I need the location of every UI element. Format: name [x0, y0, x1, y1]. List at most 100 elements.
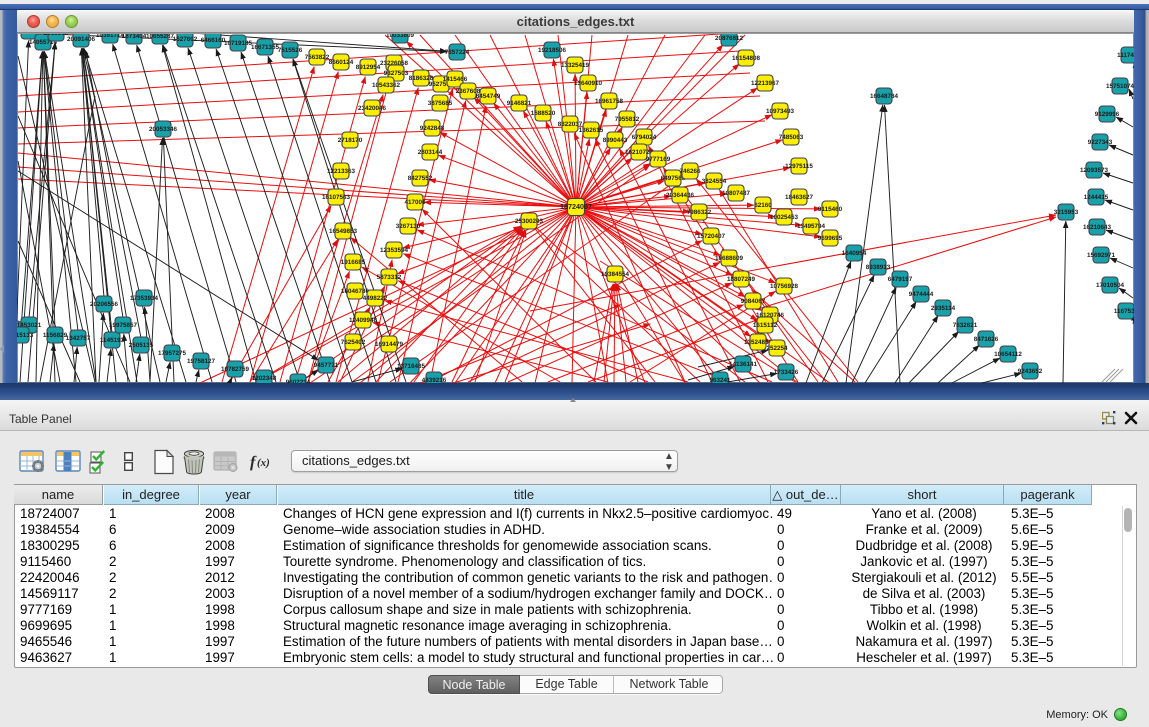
svg-text:8990443: 8990443 [603, 137, 628, 144]
svg-text:15692971: 15692971 [1087, 252, 1116, 259]
svg-text:1342757: 1342757 [66, 335, 91, 342]
svg-text:16046786: 16046786 [341, 288, 370, 295]
svg-text:2935114: 2935114 [931, 305, 956, 312]
svg-text:1588520: 1588520 [531, 110, 556, 117]
svg-text:18724007: 18724007 [560, 202, 592, 211]
svg-text:18463627: 18463627 [785, 194, 814, 201]
svg-text:25300203: 25300203 [515, 218, 544, 225]
svg-text:9146821: 9146821 [507, 100, 532, 107]
svg-text:10033809: 10033809 [386, 34, 415, 39]
svg-text:18807249: 18807249 [727, 276, 756, 283]
svg-text:19384554: 19384554 [601, 271, 630, 278]
svg-text:1362615: 1362615 [579, 127, 604, 134]
svg-text:12213967: 12213967 [751, 80, 780, 87]
svg-text:1615112: 1615112 [753, 322, 778, 329]
svg-text:20876812: 20876812 [715, 35, 744, 42]
svg-text:9699695: 9699695 [818, 235, 843, 242]
svg-text:3267130: 3267130 [396, 223, 421, 230]
svg-text:417006: 417006 [404, 199, 426, 206]
svg-text:16914479: 16914479 [375, 341, 404, 348]
svg-text:1117404: 1117404 [1117, 52, 1134, 59]
svg-text:16961758: 16961758 [595, 98, 624, 105]
svg-text:13640910: 13640910 [574, 80, 603, 87]
svg-text:10025453: 10025453 [770, 214, 799, 221]
svg-text:1527602: 1527602 [173, 36, 198, 43]
svg-text:3215953: 3215953 [1054, 209, 1079, 216]
svg-text:8454749: 8454749 [476, 93, 501, 100]
svg-text:62160: 62160 [754, 202, 772, 209]
svg-text:10543362: 10543362 [372, 82, 401, 89]
svg-text:1244415: 1244415 [1084, 194, 1109, 201]
svg-text:12213363: 12213363 [327, 168, 356, 175]
svg-text:8471626: 8471626 [974, 336, 999, 343]
svg-text:17353934: 17353934 [130, 295, 159, 302]
svg-text:9457771: 9457771 [314, 362, 339, 369]
svg-text:9474444: 9474444 [909, 291, 934, 298]
svg-text:20053346: 20053346 [149, 126, 178, 133]
svg-text:9084067: 9084067 [741, 298, 766, 305]
svg-text:10655287: 10655287 [146, 34, 175, 40]
svg-text:9243652: 9243652 [1018, 368, 1043, 375]
svg-text:12975115: 12975115 [785, 163, 813, 170]
svg-text:2215133: 2215133 [17, 332, 34, 339]
svg-text:10719185: 10719185 [224, 40, 253, 47]
svg-text:12409948: 12409948 [349, 317, 378, 324]
svg-text:7986322: 7986322 [687, 209, 712, 216]
svg-text:17957275: 17957275 [158, 350, 187, 357]
svg-text:20364436: 20364436 [666, 192, 695, 199]
svg-text:3875685: 3875685 [428, 100, 453, 107]
svg-text:13716485: 13716485 [397, 363, 426, 370]
svg-text:8660124: 8660124 [329, 59, 354, 66]
svg-text:14136141: 14136141 [729, 361, 758, 368]
svg-text:16107563: 16107563 [322, 194, 351, 201]
svg-text:16210643: 16210643 [1083, 224, 1112, 231]
svg-text:13325419: 13325419 [561, 62, 590, 69]
svg-text:7632621: 7632621 [953, 322, 978, 329]
svg-text:16549853: 16549853 [329, 228, 358, 235]
svg-text:1640954: 1640954 [842, 250, 867, 257]
svg-text:1167533: 1167533 [1114, 308, 1134, 315]
svg-text:7625402: 7625402 [341, 339, 366, 346]
svg-text:19218506: 19218506 [538, 47, 567, 54]
svg-text:746266: 746266 [679, 168, 701, 175]
svg-text:1156829: 1156829 [43, 332, 68, 339]
svg-text:1733426: 1733426 [774, 369, 799, 376]
svg-text:20206556: 20206556 [90, 301, 119, 308]
svg-text:2718170: 2718170 [338, 137, 363, 144]
svg-text:7485063: 7485063 [779, 134, 804, 141]
svg-text:5873312: 5873312 [377, 274, 402, 281]
svg-text:9327503: 9327503 [384, 70, 409, 77]
svg-text:9242848: 9242848 [420, 125, 445, 132]
svg-text:10391714: 10391714 [96, 34, 125, 39]
svg-text:2803144: 2803144 [418, 149, 443, 156]
svg-text:1202348: 1202348 [252, 375, 277, 382]
svg-text:8912954: 8912954 [356, 64, 381, 71]
svg-text:1916685: 1916685 [341, 259, 366, 266]
svg-text:4839216: 4839216 [422, 377, 447, 383]
svg-text:10654112: 10654112 [994, 351, 1022, 358]
svg-text:15720407: 15720407 [697, 233, 726, 240]
svg-text:10756928: 10756928 [770, 283, 799, 290]
svg-text:8938913: 8938913 [866, 264, 891, 271]
svg-text:9129996: 9129996 [1095, 111, 1120, 118]
svg-text:16648784: 16648784 [870, 93, 899, 100]
svg-text:10973493: 10973493 [766, 108, 795, 115]
svg-text:17010504: 17010504 [1096, 282, 1125, 289]
svg-text:1145193: 1145193 [100, 337, 125, 344]
svg-text:2505135: 2505135 [129, 342, 154, 349]
svg-text:9115460: 9115460 [818, 206, 843, 213]
svg-text:9602234: 9602234 [286, 379, 311, 383]
svg-text:963241: 963241 [709, 377, 731, 383]
svg-text:7515526: 7515526 [278, 47, 303, 54]
svg-text:(x): (x) [257, 457, 270, 469]
svg-text:16210722: 16210722 [625, 149, 654, 156]
svg-text:8427552: 8427552 [408, 175, 433, 182]
svg-text:3824554: 3824554 [702, 178, 727, 185]
svg-text:15751074: 15751074 [1106, 83, 1134, 90]
svg-text:23420046: 23420046 [358, 105, 387, 112]
svg-text:7955812: 7955812 [615, 116, 640, 123]
svg-text:1415466: 1415466 [443, 76, 468, 83]
svg-text:6479197: 6479197 [888, 276, 913, 283]
svg-text:9777169: 9777169 [646, 156, 671, 163]
svg-text:20091406: 20091406 [67, 36, 96, 43]
